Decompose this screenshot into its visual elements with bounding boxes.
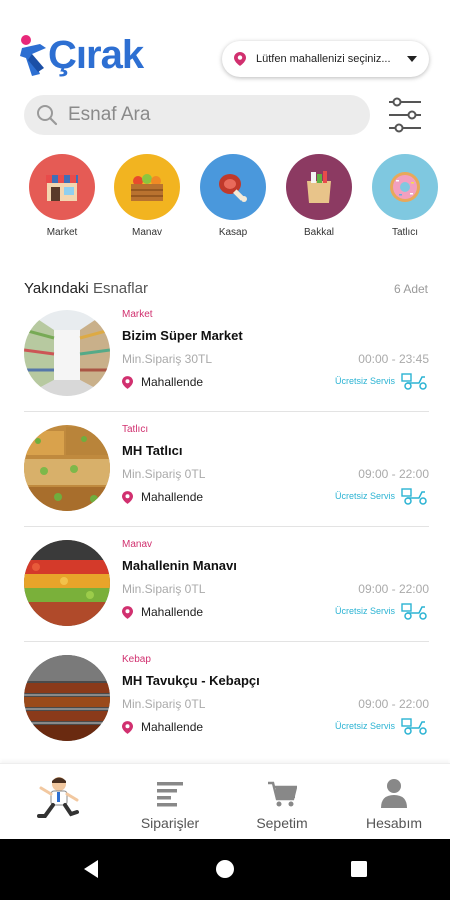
category-label: Kasap <box>218 227 248 238</box>
location-selector-text: Lütfen mahallenizi seçiniz... <box>256 53 391 65</box>
nav-account[interactable]: Hesabım <box>338 764 450 840</box>
shop-name: MH Tavukçu - Kebapçı <box>122 673 260 688</box>
shop-service: Ücretsiz Servis <box>335 372 429 390</box>
category-label: Tatlıcı <box>391 227 419 238</box>
delivery-scooter-icon <box>401 488 427 505</box>
section-title-main: Yakındaki <box>24 280 89 297</box>
shop-service: Ücretsiz Servis <box>335 602 429 620</box>
shop-category: Market <box>122 309 153 320</box>
recents-icon[interactable] <box>347 857 371 881</box>
delivery-scooter-icon <box>401 718 427 735</box>
location-pin-icon <box>122 490 133 504</box>
shop-photo <box>24 655 110 741</box>
orders-list-icon <box>157 782 183 807</box>
location-pin-icon <box>122 605 133 619</box>
shop-service-text: Ücretsiz Servis <box>334 721 395 731</box>
category-manav[interactable]: Manav <box>112 154 182 238</box>
shop-location: Mahallende <box>122 490 203 504</box>
bottom-navigation: Siparişler Sepetim Hesabım <box>0 763 450 839</box>
shop-photo <box>24 540 110 626</box>
section-title: Yakındaki Esnaflar <box>24 280 148 297</box>
shop-count: 6 Adet <box>393 282 428 296</box>
category-kasap[interactable]: Kasap <box>198 154 268 238</box>
search-bar[interactable] <box>24 95 370 135</box>
shop-service-text: Ücretsiz Servis <box>334 376 395 386</box>
location-pin-icon <box>122 375 133 389</box>
shop-location-text: Mahallende <box>141 375 204 389</box>
section-title-sub: Esnaflar <box>92 280 148 297</box>
shop-name: MH Tatlıcı <box>122 443 183 458</box>
grocery-bag-icon <box>286 154 352 220</box>
shop-location: Mahallende <box>122 720 203 734</box>
shop-location-text: Mahallende <box>141 490 204 504</box>
search-input[interactable] <box>68 104 328 126</box>
shop-hours: 09:00 - 22:00 <box>358 697 429 711</box>
shop-category: Tatlıcı <box>122 424 149 435</box>
category-label: Market <box>46 227 78 238</box>
nav-cart-label: Sepetim <box>256 815 308 831</box>
shop-service: Ücretsiz Servis <box>335 487 429 505</box>
shop-photo <box>24 310 110 396</box>
home-icon[interactable] <box>213 857 237 881</box>
shop-hours: 09:00 - 22:00 <box>358 467 429 481</box>
shop-list-item[interactable]: Market Bizim Süper Market Min.Sipariş 30… <box>24 298 429 412</box>
category-market[interactable]: Market <box>27 154 97 238</box>
location-selector[interactable]: Lütfen mahallenizi seçiniz... <box>222 41 429 77</box>
meat-icon <box>200 154 266 220</box>
search-icon <box>37 105 58 126</box>
location-pin-icon <box>234 52 246 66</box>
app-header: Çırak Lütfen mahallenizi seçiniz... <box>0 0 450 150</box>
category-tatlici[interactable]: Tatlıcı <box>370 154 440 238</box>
donut-icon <box>372 154 438 220</box>
system-navigation-bar <box>0 839 450 900</box>
shop-name: Mahallenin Manavı <box>122 558 237 573</box>
shop-min-order: Min.Sipariş 0TL <box>122 467 206 481</box>
shop-location: Mahallende <box>122 375 203 389</box>
shop-list-item[interactable]: Manav Mahallenin Manavı Min.Sipariş 0TL … <box>24 528 429 642</box>
shop-service: Ücretsiz Servis <box>335 717 429 735</box>
shop-service-text: Ücretsiz Servis <box>334 491 395 501</box>
location-pin-icon <box>122 720 133 734</box>
shop-name: Bizim Süper Market <box>122 328 243 343</box>
shop-service-text: Ücretsiz Servis <box>334 606 395 616</box>
nav-cart[interactable]: Sepetim <box>226 764 338 840</box>
category-bakkal[interactable]: Bakkal <box>284 154 354 238</box>
shop-min-order: Min.Sipariş 30TL <box>122 352 213 366</box>
user-icon <box>381 779 407 808</box>
category-label: Manav <box>131 227 162 238</box>
category-label: Bakkal <box>303 227 334 238</box>
produce-icon <box>114 154 180 220</box>
shop-photo <box>24 425 110 511</box>
shop-list-item[interactable]: Kebap MH Tavukçu - Kebapçı Min.Sipariş 0… <box>24 643 429 757</box>
back-icon[interactable] <box>80 857 104 881</box>
app-logo: Çırak <box>18 30 163 80</box>
shop-category: Manav <box>122 539 153 550</box>
nav-home[interactable] <box>2 764 114 840</box>
delivery-scooter-icon <box>401 603 427 620</box>
shop-category: Kebap <box>122 654 151 665</box>
market-icon <box>29 154 95 220</box>
nav-account-label: Hesabım <box>365 815 423 831</box>
shop-location-text: Mahallende <box>141 720 204 734</box>
shop-list-item[interactable]: Tatlıcı MH Tatlıcı Min.Sipariş 0TL 09:00… <box>24 413 429 527</box>
shop-location: Mahallende <box>122 605 203 619</box>
category-list: Market Manav Kasap Bakkal Tatlıcı <box>0 154 450 244</box>
logo-person-icon <box>20 35 46 76</box>
filter-icon[interactable] <box>385 95 425 135</box>
nav-orders[interactable]: Siparişler <box>114 764 226 840</box>
cart-icon <box>268 781 297 807</box>
chevron-down-icon <box>407 56 417 62</box>
shop-hours: 09:00 - 22:00 <box>358 582 429 596</box>
shop-location-text: Mahallende <box>141 605 204 619</box>
shop-min-order: Min.Sipariş 0TL <box>122 697 206 711</box>
logo-text: Çırak <box>48 33 144 77</box>
mascot-home-icon <box>37 777 79 818</box>
nav-orders-label: Siparişler <box>140 815 200 831</box>
shop-min-order: Min.Sipariş 0TL <box>122 582 206 596</box>
delivery-scooter-icon <box>401 373 427 390</box>
shop-hours: 00:00 - 23:45 <box>358 352 429 366</box>
